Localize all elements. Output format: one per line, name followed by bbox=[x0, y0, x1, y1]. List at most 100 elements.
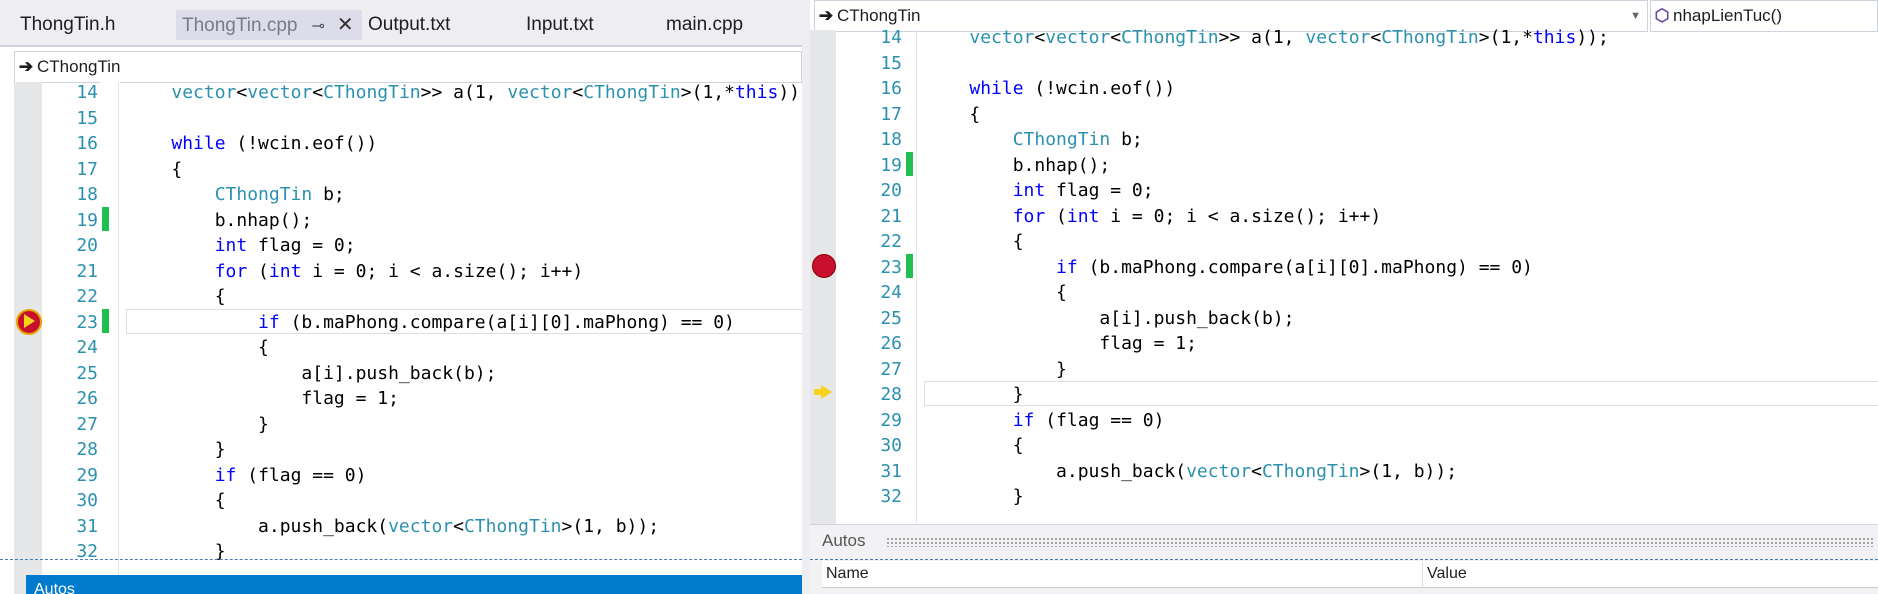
close-icon[interactable]: ✕ bbox=[337, 10, 354, 40]
code-line[interactable]: int flag = 0; bbox=[128, 233, 802, 259]
code-line[interactable]: } bbox=[926, 382, 1609, 408]
code-line[interactable]: if (flag == 0) bbox=[128, 463, 802, 489]
tab-output-txt[interactable]: Output.txt bbox=[362, 10, 518, 40]
code-line[interactable]: CThongTin b; bbox=[128, 182, 802, 208]
code-line[interactable] bbox=[128, 106, 802, 132]
divider bbox=[916, 30, 917, 524]
pane-splitter[interactable] bbox=[802, 0, 810, 594]
column-header-value[interactable]: Value bbox=[1422, 561, 1878, 588]
line-number: 22 bbox=[880, 231, 902, 252]
tab-label: ThongTin.h bbox=[20, 14, 116, 35]
code-line[interactable]: if (flag == 0) bbox=[926, 408, 1609, 434]
change-bar bbox=[906, 254, 913, 278]
line-number: 30 bbox=[880, 435, 902, 456]
chevron-down-icon[interactable]: ▼ bbox=[1630, 1, 1641, 31]
right-editor-pane: ➔ CThongTin ▼ ⬡ nhapLienTuc() 14 15 16 17 18 19… bbox=[810, 0, 1878, 594]
panel-grip[interactable] bbox=[886, 537, 1874, 547]
column-header-label: Value bbox=[1427, 565, 1467, 582]
line-number: 26 bbox=[76, 388, 98, 409]
class-navigation-dropdown[interactable]: ➔ CThongTin bbox=[14, 51, 802, 83]
code-line[interactable]: { bbox=[926, 229, 1609, 255]
line-number: 21 bbox=[880, 205, 902, 227]
code-line[interactable]: a.push_back(vector<CThongTin>(1, b)); bbox=[926, 459, 1609, 485]
tab-label: Output.txt bbox=[368, 14, 451, 35]
breakpoint-icon[interactable] bbox=[812, 254, 836, 278]
code-editor[interactable]: vector<vector<CThongTin>> a(1, vector<CT… bbox=[926, 25, 1609, 510]
line-number: 14 bbox=[880, 27, 902, 48]
code-line[interactable]: { bbox=[128, 335, 802, 361]
code-line[interactable]: { bbox=[128, 284, 802, 310]
code-line[interactable]: { bbox=[926, 102, 1609, 128]
autos-title: Autos bbox=[822, 531, 866, 550]
line-number: 15 bbox=[880, 52, 902, 74]
line-number: 23 bbox=[880, 256, 902, 278]
pin-icon[interactable]: ⊸ bbox=[311, 12, 324, 42]
code-line[interactable]: { bbox=[128, 157, 802, 183]
indicator-margin[interactable] bbox=[14, 82, 42, 594]
change-bar bbox=[102, 309, 109, 333]
code-line[interactable]: } bbox=[128, 437, 802, 463]
line-number: 27 bbox=[880, 358, 902, 380]
tab-label: main.cpp bbox=[666, 14, 744, 35]
member-navigation-dropdown[interactable]: ⬡ nhapLienTuc() bbox=[1650, 0, 1878, 32]
code-line[interactable]: a[i].push_back(b); bbox=[926, 306, 1609, 332]
column-header-name[interactable]: Name bbox=[822, 561, 1422, 588]
change-bar bbox=[906, 152, 913, 176]
code-editor[interactable]: vector<vector<CThongTin>> a(1, vector<CT… bbox=[128, 80, 802, 565]
line-number: 25 bbox=[76, 362, 98, 384]
code-line[interactable]: { bbox=[926, 280, 1609, 306]
code-line[interactable]: b.nhap(); bbox=[926, 153, 1609, 179]
tab-main-cpp[interactable]: main.cpp bbox=[660, 10, 802, 40]
tab-thongtin-cpp[interactable]: ThongTin.cpp ⊸ ✕ bbox=[176, 10, 362, 40]
code-line[interactable]: a[i].push_back(b); bbox=[128, 361, 802, 387]
code-line[interactable]: for (int i = 0; i < a.size(); i++) bbox=[128, 259, 802, 285]
line-number: 24 bbox=[76, 337, 98, 358]
dock-guide bbox=[810, 559, 1878, 560]
line-number: 19 bbox=[76, 209, 98, 231]
autos-panel-header[interactable]: Autos bbox=[26, 575, 802, 594]
instruction-pointer-icon bbox=[821, 385, 832, 399]
line-number: 32 bbox=[880, 486, 902, 507]
code-line[interactable]: { bbox=[128, 488, 802, 514]
line-number: 25 bbox=[880, 307, 902, 329]
line-number-column: 14 15 16 17 18 19 20 21 22 23 24 25 26 27 28 29 30 31 32 bbox=[42, 80, 98, 565]
code-line[interactable]: vector<vector<CThongTin>> a(1, vector<CT… bbox=[926, 25, 1608, 51]
line-number: 29 bbox=[76, 464, 98, 486]
code-line[interactable]: } bbox=[926, 484, 1609, 510]
line-number: 30 bbox=[76, 490, 98, 511]
code-line[interactable]: { bbox=[926, 433, 1609, 459]
line-number: 31 bbox=[880, 460, 902, 482]
code-line[interactable]: CThongTin b; bbox=[926, 127, 1609, 153]
tab-input-txt[interactable]: Input.txt bbox=[520, 10, 676, 40]
arrow-right-icon: ➔ bbox=[818, 6, 834, 25]
nav-member-label: nhapLienTuc() bbox=[1673, 6, 1782, 25]
line-number: 17 bbox=[880, 103, 902, 125]
autos-title: Autos bbox=[34, 581, 75, 594]
code-line[interactable]: a.push_back(vector<CThongTin>(1, b)); bbox=[128, 514, 802, 540]
code-line[interactable]: flag = 1; bbox=[926, 331, 1609, 357]
line-number: 16 bbox=[880, 78, 902, 99]
line-number: 20 bbox=[76, 235, 98, 256]
code-line[interactable]: flag = 1; bbox=[128, 386, 802, 412]
code-line[interactable]: if (b.maPhong.compare(a[i][0].maPhong) =… bbox=[128, 310, 802, 336]
line-number: 23 bbox=[76, 311, 98, 333]
document-tab-bar: ThongTin.h ThongTin.cpp ⊸ ✕ Output.txt Inp… bbox=[0, 0, 802, 47]
arrow-right-icon: ➔ bbox=[18, 57, 34, 76]
line-number: 18 bbox=[76, 184, 98, 205]
code-line[interactable]: } bbox=[128, 412, 802, 438]
code-line[interactable]: } bbox=[128, 539, 802, 565]
code-line[interactable]: if (b.maPhong.compare(a[i][0].maPhong) =… bbox=[926, 255, 1609, 281]
line-number: 18 bbox=[880, 129, 902, 150]
code-line[interactable]: while (!wcin.eof()) bbox=[128, 131, 802, 157]
code-line[interactable]: for (int i = 0; i < a.size(); i++) bbox=[926, 204, 1609, 230]
code-line[interactable]: vector<vector<CThongTin>> a(1, vector<CT… bbox=[128, 80, 802, 106]
code-line[interactable]: int flag = 0; bbox=[926, 178, 1609, 204]
tab-thongtin-h[interactable]: ThongTin.h bbox=[14, 10, 170, 40]
code-line[interactable]: b.nhap(); bbox=[128, 208, 802, 234]
code-line[interactable] bbox=[926, 51, 1609, 77]
column-header-label: Name bbox=[826, 565, 869, 582]
code-line[interactable]: } bbox=[926, 357, 1609, 383]
divider bbox=[118, 82, 119, 594]
change-bar bbox=[102, 207, 109, 231]
code-line[interactable]: while (!wcin.eof()) bbox=[926, 76, 1609, 102]
